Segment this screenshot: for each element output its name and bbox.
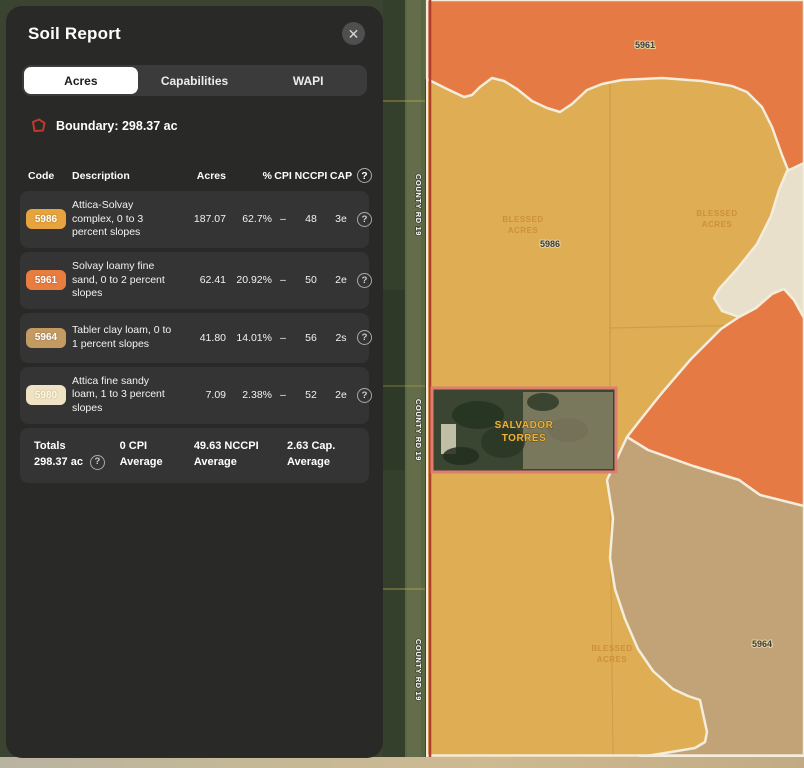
parcel-owner-label-line2: TORRES — [502, 433, 547, 444]
soil-description: Solvay loamy fine sand, 0 to 2 percent s… — [72, 260, 180, 301]
table-row: 5986 Attica-Solvay complex, 0 to 3 perce… — [20, 191, 369, 248]
soil-code-label-5961: 5961 — [635, 40, 655, 50]
soil-code-label-5986: 5986 — [540, 239, 560, 249]
page-title: Soil Report — [28, 24, 121, 44]
col-header-cap: CAP — [328, 170, 354, 182]
report-tabs: Acres Capabilities WAPI — [22, 65, 367, 96]
tab-capabilities[interactable]: Capabilities — [138, 67, 252, 94]
soil-code-badge: 5986 — [26, 209, 66, 229]
cap-value: 2e — [328, 274, 354, 286]
soil-code-badge: 5964 — [26, 328, 66, 348]
boundary-label: Boundary: 298.37 ac — [56, 119, 178, 133]
row-help-icon[interactable]: ? — [357, 212, 372, 227]
totals-help-icon[interactable]: ? — [90, 455, 105, 470]
totals-row: Totals 298.37 ac ? 0 CPI Average 49.63 N… — [20, 428, 369, 483]
soil-description: Tabler clay loam, 0 to 1 percent slopes — [72, 324, 180, 351]
table-help-icon[interactable]: ? — [357, 168, 372, 183]
svg-text:BLESSED: BLESSED — [696, 209, 737, 218]
nccpi-value: 50 — [294, 274, 328, 286]
col-header-percent: % — [226, 170, 272, 182]
svg-text:BLESSED: BLESSED — [502, 215, 543, 224]
soil-report-panel: Soil Report ✕ Acres Capabilities WAPI Bo… — [6, 6, 383, 758]
totals-nccpi: 49.63 NCCPI Average — [194, 438, 281, 471]
excluded-parcel[interactable]: SALVADOR TORRES — [432, 388, 616, 472]
table-row: 5964 Tabler clay loam, 0 to 1 percent sl… — [20, 313, 369, 363]
soil-code-badge: 5980 — [26, 385, 66, 405]
nccpi-value: 52 — [294, 389, 328, 401]
cpi-value: – — [272, 389, 294, 401]
table-row: 5980 Attica fine sandy loam, 1 to 3 perc… — [20, 367, 369, 424]
boundary-polygon-icon — [30, 117, 47, 134]
acres-value: 62.41 — [180, 274, 226, 286]
row-help-icon[interactable]: ? — [357, 330, 372, 345]
col-header-nccpi: NCCPI — [294, 170, 328, 182]
svg-text:COUNTY RD 19: COUNTY RD 19 — [414, 399, 423, 461]
soil-table-header: Code Description Acres % CPI NCCPI CAP ? — [20, 168, 371, 183]
svg-text:ACRES: ACRES — [508, 226, 539, 235]
soil-description: Attica fine sandy loam, 1 to 3 percent s… — [72, 375, 180, 416]
svg-text:BLESSED: BLESSED — [591, 644, 632, 653]
tab-acres[interactable]: Acres — [24, 67, 138, 94]
cap-value: 2e — [328, 389, 354, 401]
percent-value: 20.92% — [226, 274, 272, 286]
svg-text:ACRES: ACRES — [702, 220, 733, 229]
row-help-icon[interactable]: ? — [357, 388, 372, 403]
soil-table-body: 5986 Attica-Solvay complex, 0 to 3 perce… — [18, 191, 371, 424]
soil-code-label-5964: 5964 — [752, 639, 772, 649]
soil-code-badge: 5961 — [26, 270, 66, 290]
col-header-acres: Acres — [180, 170, 226, 182]
boundary-summary: Boundary: 298.37 ac — [30, 117, 367, 134]
cap-value: 2s — [328, 332, 354, 344]
map-bottom-road — [0, 757, 804, 768]
tab-wapi[interactable]: WAPI — [251, 67, 365, 94]
table-row: 5961 Solvay loamy fine sand, 0 to 2 perc… — [20, 252, 369, 309]
col-header-description: Description — [72, 170, 180, 182]
col-header-cpi: CPI — [272, 170, 294, 182]
panel-header: Soil Report ✕ — [18, 20, 371, 45]
road-label-icon: COUNTY RD 19 — [414, 174, 423, 236]
nccpi-value: 48 — [294, 213, 328, 225]
nccpi-value: 56 — [294, 332, 328, 344]
cpi-value: – — [272, 274, 294, 286]
percent-value: 2.38% — [226, 389, 272, 401]
cpi-value: – — [272, 213, 294, 225]
close-button[interactable]: ✕ — [342, 22, 365, 45]
soil-description: Attica-Solvay complex, 0 to 3 percent sl… — [72, 199, 180, 240]
totals-acres: Totals 298.37 ac ? — [34, 438, 114, 471]
cap-value: 3e — [328, 213, 354, 225]
svg-text:ACRES: ACRES — [597, 655, 628, 664]
close-icon: ✕ — [348, 27, 360, 41]
cpi-value: – — [272, 332, 294, 344]
percent-value: 14.01% — [226, 332, 272, 344]
parcel-owner-label-line1: SALVADOR — [495, 420, 554, 431]
map-viewport[interactable]: SALVADOR TORRES BLESSED ACRES BLESSED AC… — [383, 0, 804, 768]
totals-cap: 2.63 Cap. Average — [287, 438, 359, 471]
row-help-icon[interactable]: ? — [357, 273, 372, 288]
totals-cpi: 0 CPI Average — [120, 438, 188, 471]
col-header-code: Code — [22, 170, 72, 182]
acres-value: 41.80 — [180, 332, 226, 344]
acres-value: 187.07 — [180, 213, 226, 225]
svg-text:COUNTY RD 19: COUNTY RD 19 — [414, 639, 423, 701]
acres-value: 7.09 — [180, 389, 226, 401]
percent-value: 62.7% — [226, 213, 272, 225]
